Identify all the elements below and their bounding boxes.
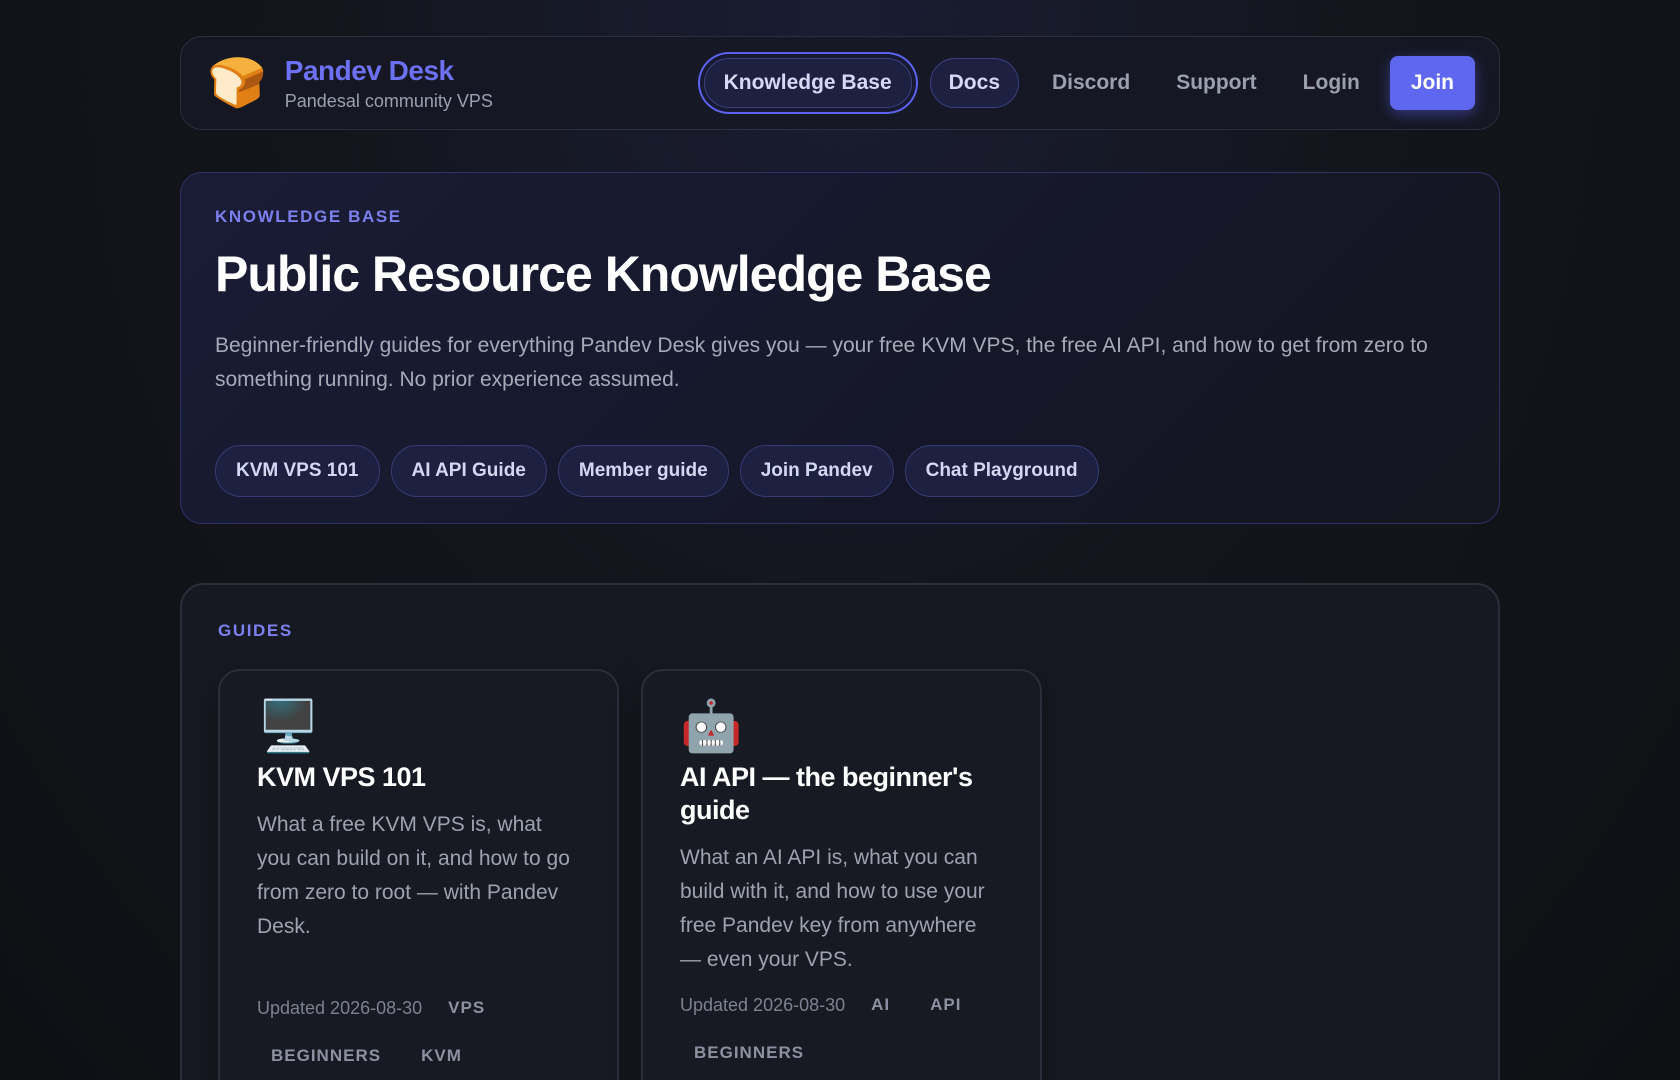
guide-card-description: What a free KVM VPS is, what you can bui…: [257, 813, 570, 938]
chip-ai-api-guide[interactable]: AI API Guide: [390, 445, 547, 497]
tag-beginners[interactable]: BEGINNERS: [680, 1029, 818, 1077]
guides-section: GUIDES 🖥️ KVM VPS 101 What a free KVM VP…: [180, 583, 1500, 1080]
tag-api[interactable]: API: [916, 981, 975, 1029]
desktop-computer-icon: 🖥️: [257, 697, 320, 755]
hero-section: KNOWLEDGE BASE Public Resource Knowledge…: [180, 172, 1500, 524]
top-navbar: 🍞 Pandev Desk Pandesal community VPS Kno…: [180, 36, 1500, 130]
robot-icon: 🤖: [680, 697, 743, 755]
chip-member-guide[interactable]: Member guide: [557, 445, 729, 497]
join-button[interactable]: Join: [1389, 56, 1475, 110]
guide-card-meta: Updated 2026-08-30 AI API BEGINNERS: [680, 981, 1003, 1077]
tag-vps[interactable]: VPS: [434, 984, 499, 1032]
brand-subtitle: Pandesal community VPS: [284, 90, 493, 111]
chip-chat-playground[interactable]: Chat Playground: [904, 445, 1099, 497]
updated-date: Updated 2026-08-30: [680, 994, 846, 1015]
chip-join-pandev[interactable]: Join Pandev: [739, 445, 894, 497]
nav-link-login[interactable]: Login: [1280, 58, 1383, 108]
tag-beginners[interactable]: BEGINNERS: [257, 1032, 395, 1080]
chip-kvm-vps-101[interactable]: KVM VPS 101: [215, 445, 380, 497]
brand-name[interactable]: Pandev Desk: [285, 55, 493, 87]
guide-card-kvm-vps[interactable]: 🖥️ KVM VPS 101 What a free KVM VPS is, w…: [218, 669, 619, 1080]
nav-links: Knowledge Base Docs Discord Support Logi…: [703, 56, 1475, 110]
guide-card-title[interactable]: AI API — the beginner's guide: [680, 761, 1003, 827]
nav-link-discord[interactable]: Discord: [1029, 58, 1153, 108]
nav-link-knowledge-base[interactable]: Knowledge Base: [703, 58, 912, 108]
guide-card-title[interactable]: KVM VPS 101: [257, 761, 580, 794]
nav-link-support[interactable]: Support: [1153, 58, 1279, 108]
brand[interactable]: 🍞 Pandev Desk Pandesal community VPS: [207, 55, 493, 112]
quick-links: KVM VPS 101 AI API Guide Member guide Jo…: [215, 445, 1465, 497]
tag-ai[interactable]: AI: [857, 981, 904, 1029]
updated-date: Updated 2026-08-30: [257, 997, 423, 1018]
nav-link-docs[interactable]: Docs: [929, 58, 1019, 108]
bread-logo-icon: 🍞: [207, 55, 267, 111]
hero-eyebrow: KNOWLEDGE BASE: [215, 207, 402, 226]
hero-description: Beginner-friendly guides for everything …: [215, 334, 1428, 391]
tag-kvm[interactable]: KVM: [407, 1032, 476, 1080]
page-title: Public Resource Knowledge Base: [215, 246, 992, 302]
guide-card-description: What an AI API is, what you can build wi…: [680, 846, 985, 971]
guide-card-ai-api[interactable]: 🤖 AI API — the beginner's guide What an …: [641, 669, 1042, 1080]
guide-cards: 🖥️ KVM VPS 101 What a free KVM VPS is, w…: [218, 669, 1462, 1080]
guide-card-meta: Updated 2026-08-30 VPS BEGINNERS KVM: [257, 984, 580, 1080]
guides-eyebrow: GUIDES: [218, 621, 293, 640]
brand-text: Pandev Desk Pandesal community VPS: [285, 55, 493, 112]
